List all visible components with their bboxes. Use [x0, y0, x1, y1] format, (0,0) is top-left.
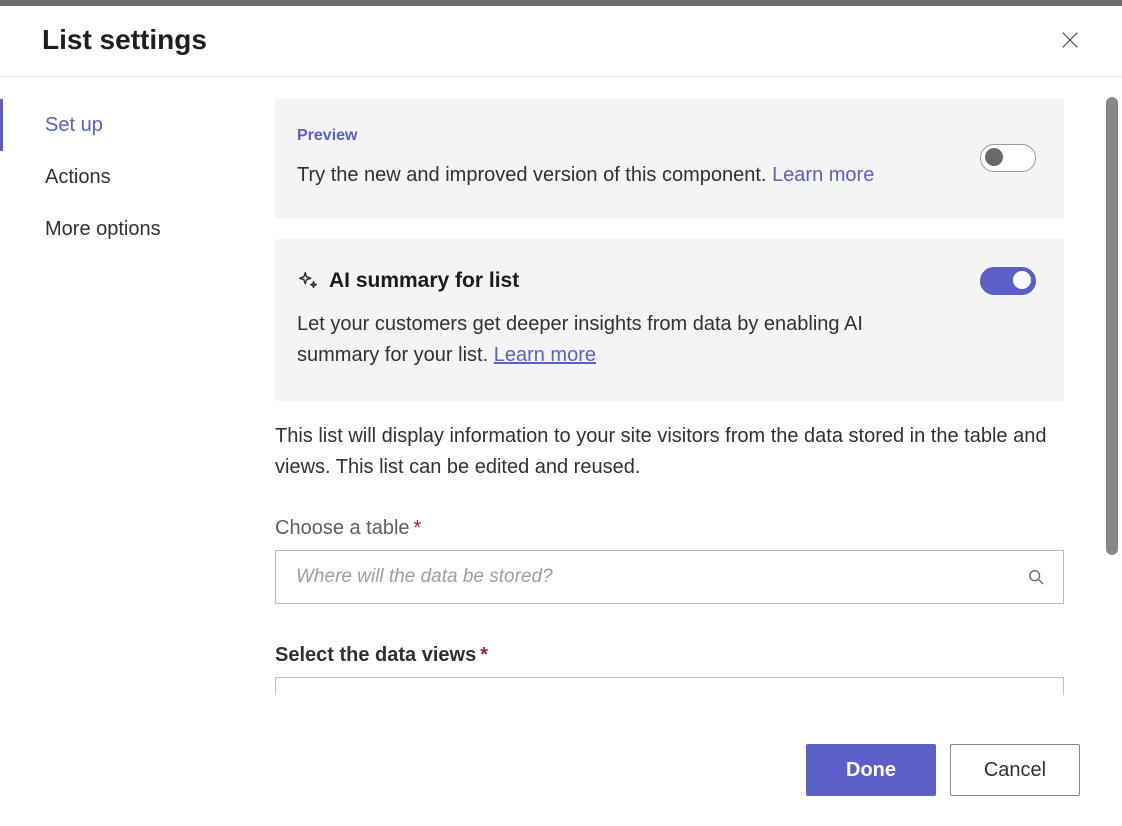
tab-set-up[interactable]: Set up — [0, 99, 255, 151]
choose-table-label: Choose a table* — [275, 517, 1064, 540]
sparkle-icon — [297, 270, 319, 292]
choose-table-input[interactable] — [294, 565, 1027, 589]
choose-table-search[interactable] — [275, 550, 1064, 604]
preview-learn-more-link[interactable]: Learn more — [772, 164, 874, 186]
ai-card-title: AI summary for list — [297, 269, 519, 293]
ai-summary-toggle[interactable] — [980, 267, 1036, 295]
main-panel: Preview Try the new and improved version… — [255, 77, 1122, 826]
vertical-scrollbar[interactable] — [1106, 97, 1118, 555]
dialog-title: List settings — [42, 24, 207, 56]
toggle-knob — [1013, 271, 1031, 289]
ai-card-description: Let your customers get deeper insights f… — [297, 309, 937, 371]
ai-learn-more-link[interactable]: Learn more — [494, 344, 596, 366]
preview-text: Preview Try the new and improved version… — [297, 127, 962, 189]
ai-card-header: AI summary for list — [297, 267, 1036, 295]
tab-label: More options — [45, 218, 161, 240]
sidebar-tabs: Set up Actions More options — [0, 77, 255, 826]
data-views-box[interactable] — [275, 677, 1064, 695]
tab-label: Set up — [45, 114, 103, 136]
search-icon — [1027, 568, 1045, 586]
dialog-header: List settings — [0, 6, 1122, 77]
list-settings-dialog: List settings Set up Actions More option… — [0, 6, 1122, 826]
tab-actions[interactable]: Actions — [0, 151, 255, 203]
preview-card: Preview Try the new and improved version… — [275, 99, 1064, 219]
cancel-button[interactable]: Cancel — [950, 744, 1080, 796]
tab-more-options[interactable]: More options — [0, 203, 255, 255]
preview-badge: Preview — [297, 127, 962, 145]
done-button[interactable]: Done — [806, 744, 936, 796]
required-asterisk: * — [480, 644, 488, 666]
close-icon — [1059, 29, 1081, 51]
toggle-knob — [985, 148, 1003, 166]
list-description-text: This list will display information to yo… — [275, 421, 1064, 483]
data-views-label: Select the data views* — [275, 644, 1064, 667]
preview-toggle[interactable] — [980, 144, 1036, 172]
close-button[interactable] — [1056, 26, 1084, 54]
dialog-footer: Done Cancel — [806, 736, 1080, 796]
tab-label: Actions — [45, 166, 111, 188]
required-asterisk: * — [414, 517, 422, 539]
dialog-body: Set up Actions More options Preview Try … — [0, 77, 1122, 826]
preview-description: Try the new and improved version of this… — [297, 161, 962, 189]
ai-summary-card: AI summary for list Let your customers g… — [275, 239, 1064, 401]
